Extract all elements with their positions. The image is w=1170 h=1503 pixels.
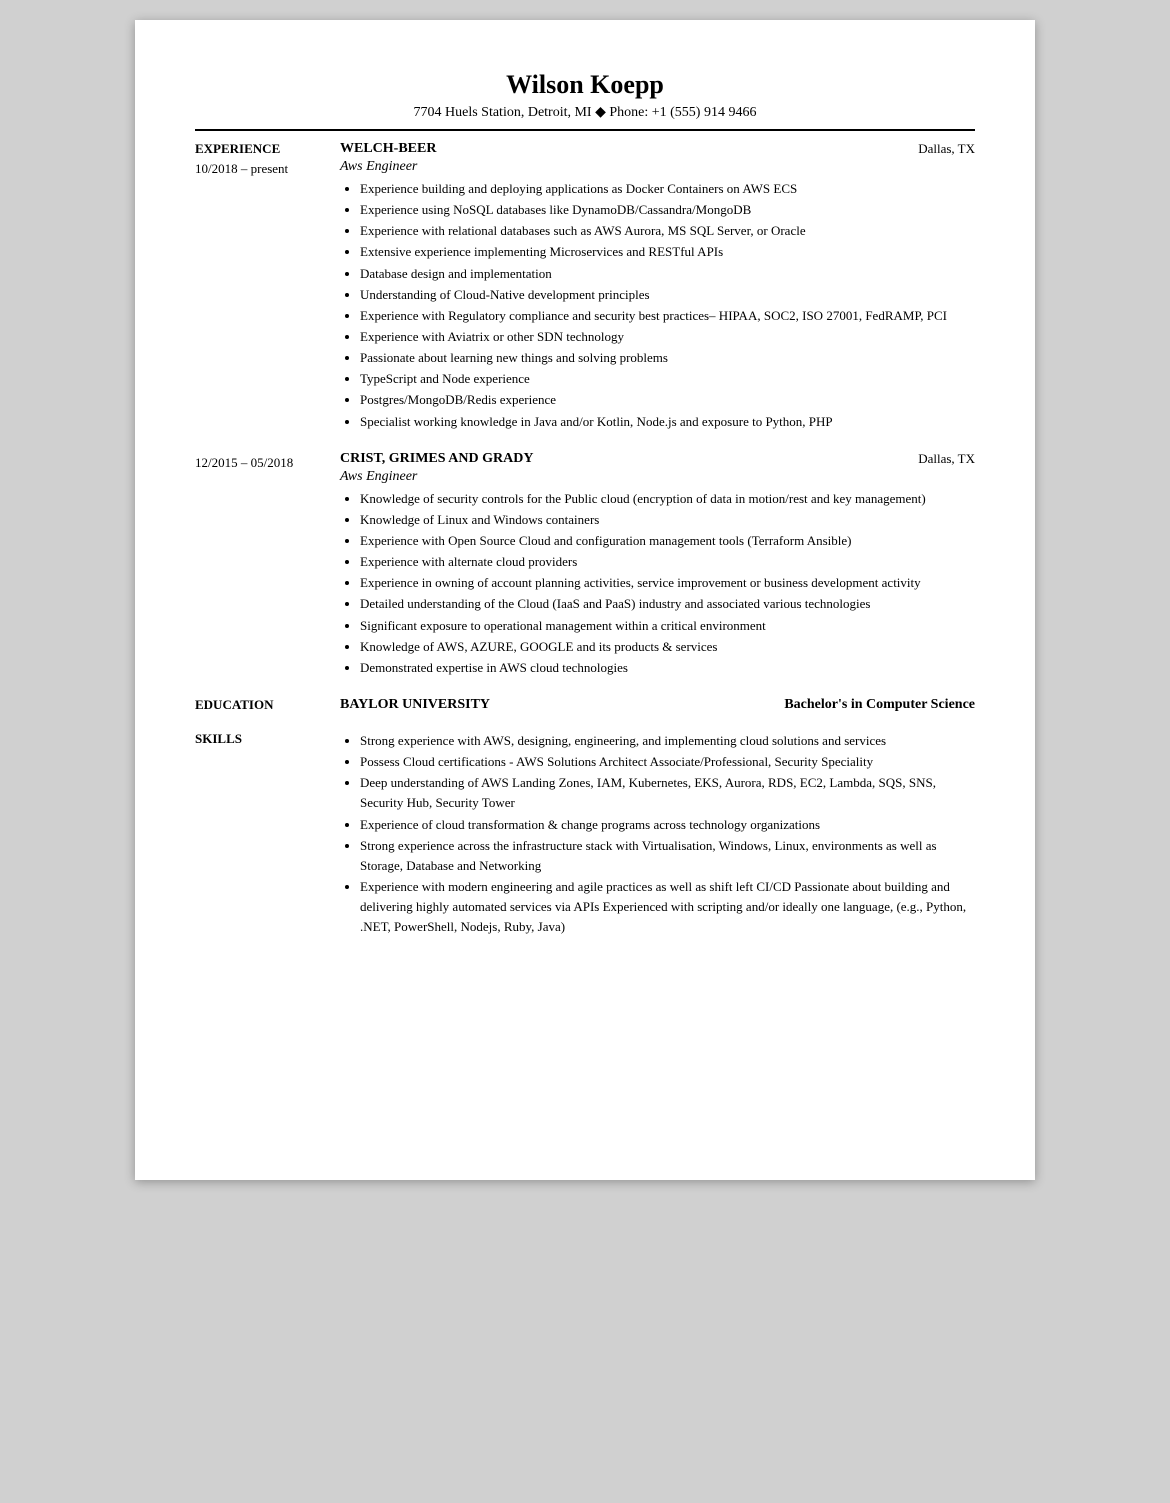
experience-section-2: 12/2015 – 05/2018 CRIST, GRIMES AND GRAD… bbox=[195, 451, 975, 679]
list-item: Detailed understanding of the Cloud (Iaa… bbox=[360, 594, 975, 614]
education-content: BAYLOR UNIVERSITY Bachelor's in Computer… bbox=[340, 697, 975, 713]
list-item: Knowledge of security controls for the P… bbox=[360, 489, 975, 509]
education-section: EDUCATION BAYLOR UNIVERSITY Bachelor's i… bbox=[195, 697, 975, 713]
experience-label-col: EXPERIENCE 10/2018 – present bbox=[195, 141, 340, 433]
job2-title: Aws Engineer bbox=[340, 469, 975, 485]
skills-label: SKILLS bbox=[195, 731, 340, 747]
job2-date: 12/2015 – 05/2018 bbox=[195, 455, 340, 471]
list-item: Experience in owning of account planning… bbox=[360, 573, 975, 593]
list-item: Strong experience across the infrastruct… bbox=[360, 836, 975, 876]
degree-name: Bachelor's in Computer Science bbox=[784, 697, 975, 713]
list-item: Deep understanding of AWS Landing Zones,… bbox=[360, 773, 975, 813]
job1-bullets: Experience building and deploying applic… bbox=[340, 179, 975, 432]
candidate-name: Wilson Koepp bbox=[195, 70, 975, 100]
list-item: Experience building and deploying applic… bbox=[360, 179, 975, 199]
job2-label-col: 12/2015 – 05/2018 bbox=[195, 451, 340, 679]
skills-bullets: Strong experience with AWS, designing, e… bbox=[340, 731, 975, 937]
job2-company: CRIST, GRIMES AND GRADY bbox=[340, 451, 533, 467]
education-label-col: EDUCATION bbox=[195, 697, 340, 713]
experience-label: EXPERIENCE bbox=[195, 141, 340, 157]
list-item: Demonstrated expertise in AWS cloud tech… bbox=[360, 658, 975, 678]
list-item: Experience with Regulatory compliance an… bbox=[360, 306, 975, 326]
list-item: Experience with alternate cloud provider… bbox=[360, 552, 975, 572]
job1-date: 10/2018 – present bbox=[195, 161, 340, 177]
list-item: Strong experience with AWS, designing, e… bbox=[360, 731, 975, 751]
education-label: EDUCATION bbox=[195, 697, 340, 713]
list-item: Passionate about learning new things and… bbox=[360, 348, 975, 368]
list-item: TypeScript and Node experience bbox=[360, 369, 975, 389]
list-item: Experience with modern engineering and a… bbox=[360, 877, 975, 937]
job2-bullets: Knowledge of security controls for the P… bbox=[340, 489, 975, 678]
skills-content: Strong experience with AWS, designing, e… bbox=[340, 731, 975, 938]
job1-location: Dallas, TX bbox=[918, 141, 975, 157]
header-divider bbox=[195, 129, 975, 131]
list-item: Postgres/MongoDB/Redis experience bbox=[360, 390, 975, 410]
list-item: Experience with relational databases suc… bbox=[360, 221, 975, 241]
job1-company: WELCH-BEER bbox=[340, 141, 436, 157]
list-item: Database design and implementation bbox=[360, 264, 975, 284]
list-item: Experience using NoSQL databases like Dy… bbox=[360, 200, 975, 220]
list-item: Knowledge of AWS, AZURE, GOOGLE and its … bbox=[360, 637, 975, 657]
job1-title: Aws Engineer bbox=[340, 159, 975, 175]
list-item: Specialist working knowledge in Java and… bbox=[360, 412, 975, 432]
job2-location: Dallas, TX bbox=[918, 451, 975, 467]
list-item: Significant exposure to operational mana… bbox=[360, 616, 975, 636]
list-item: Possess Cloud certifications - AWS Solut… bbox=[360, 752, 975, 772]
experience-section: EXPERIENCE 10/2018 – present WELCH-BEER … bbox=[195, 141, 975, 433]
resume-page: Wilson Koepp 7704 Huels Station, Detroit… bbox=[135, 20, 1035, 1180]
list-item: Experience with Aviatrix or other SDN te… bbox=[360, 327, 975, 347]
list-item: Knowledge of Linux and Windows container… bbox=[360, 510, 975, 530]
job2-header: CRIST, GRIMES AND GRADY Dallas, TX bbox=[340, 451, 975, 467]
university-name: BAYLOR UNIVERSITY bbox=[340, 697, 490, 713]
education-row: BAYLOR UNIVERSITY Bachelor's in Computer… bbox=[340, 697, 975, 713]
list-item: Extensive experience implementing Micros… bbox=[360, 242, 975, 262]
skills-section: SKILLS Strong experience with AWS, desig… bbox=[195, 731, 975, 938]
experience-content: WELCH-BEER Dallas, TX Aws Engineer Exper… bbox=[340, 141, 975, 433]
list-item: Experience with Open Source Cloud and co… bbox=[360, 531, 975, 551]
list-item: Understanding of Cloud-Native developmen… bbox=[360, 285, 975, 305]
skills-label-col: SKILLS bbox=[195, 731, 340, 938]
list-item: Experience of cloud transformation & cha… bbox=[360, 815, 975, 835]
job1-header: WELCH-BEER Dallas, TX bbox=[340, 141, 975, 157]
contact-info: 7704 Huels Station, Detroit, MI ◆ Phone:… bbox=[195, 104, 975, 121]
job2-content: CRIST, GRIMES AND GRADY Dallas, TX Aws E… bbox=[340, 451, 975, 679]
resume-body: EXPERIENCE 10/2018 – present WELCH-BEER … bbox=[195, 141, 975, 938]
resume-header: Wilson Koepp 7704 Huels Station, Detroit… bbox=[195, 70, 975, 121]
